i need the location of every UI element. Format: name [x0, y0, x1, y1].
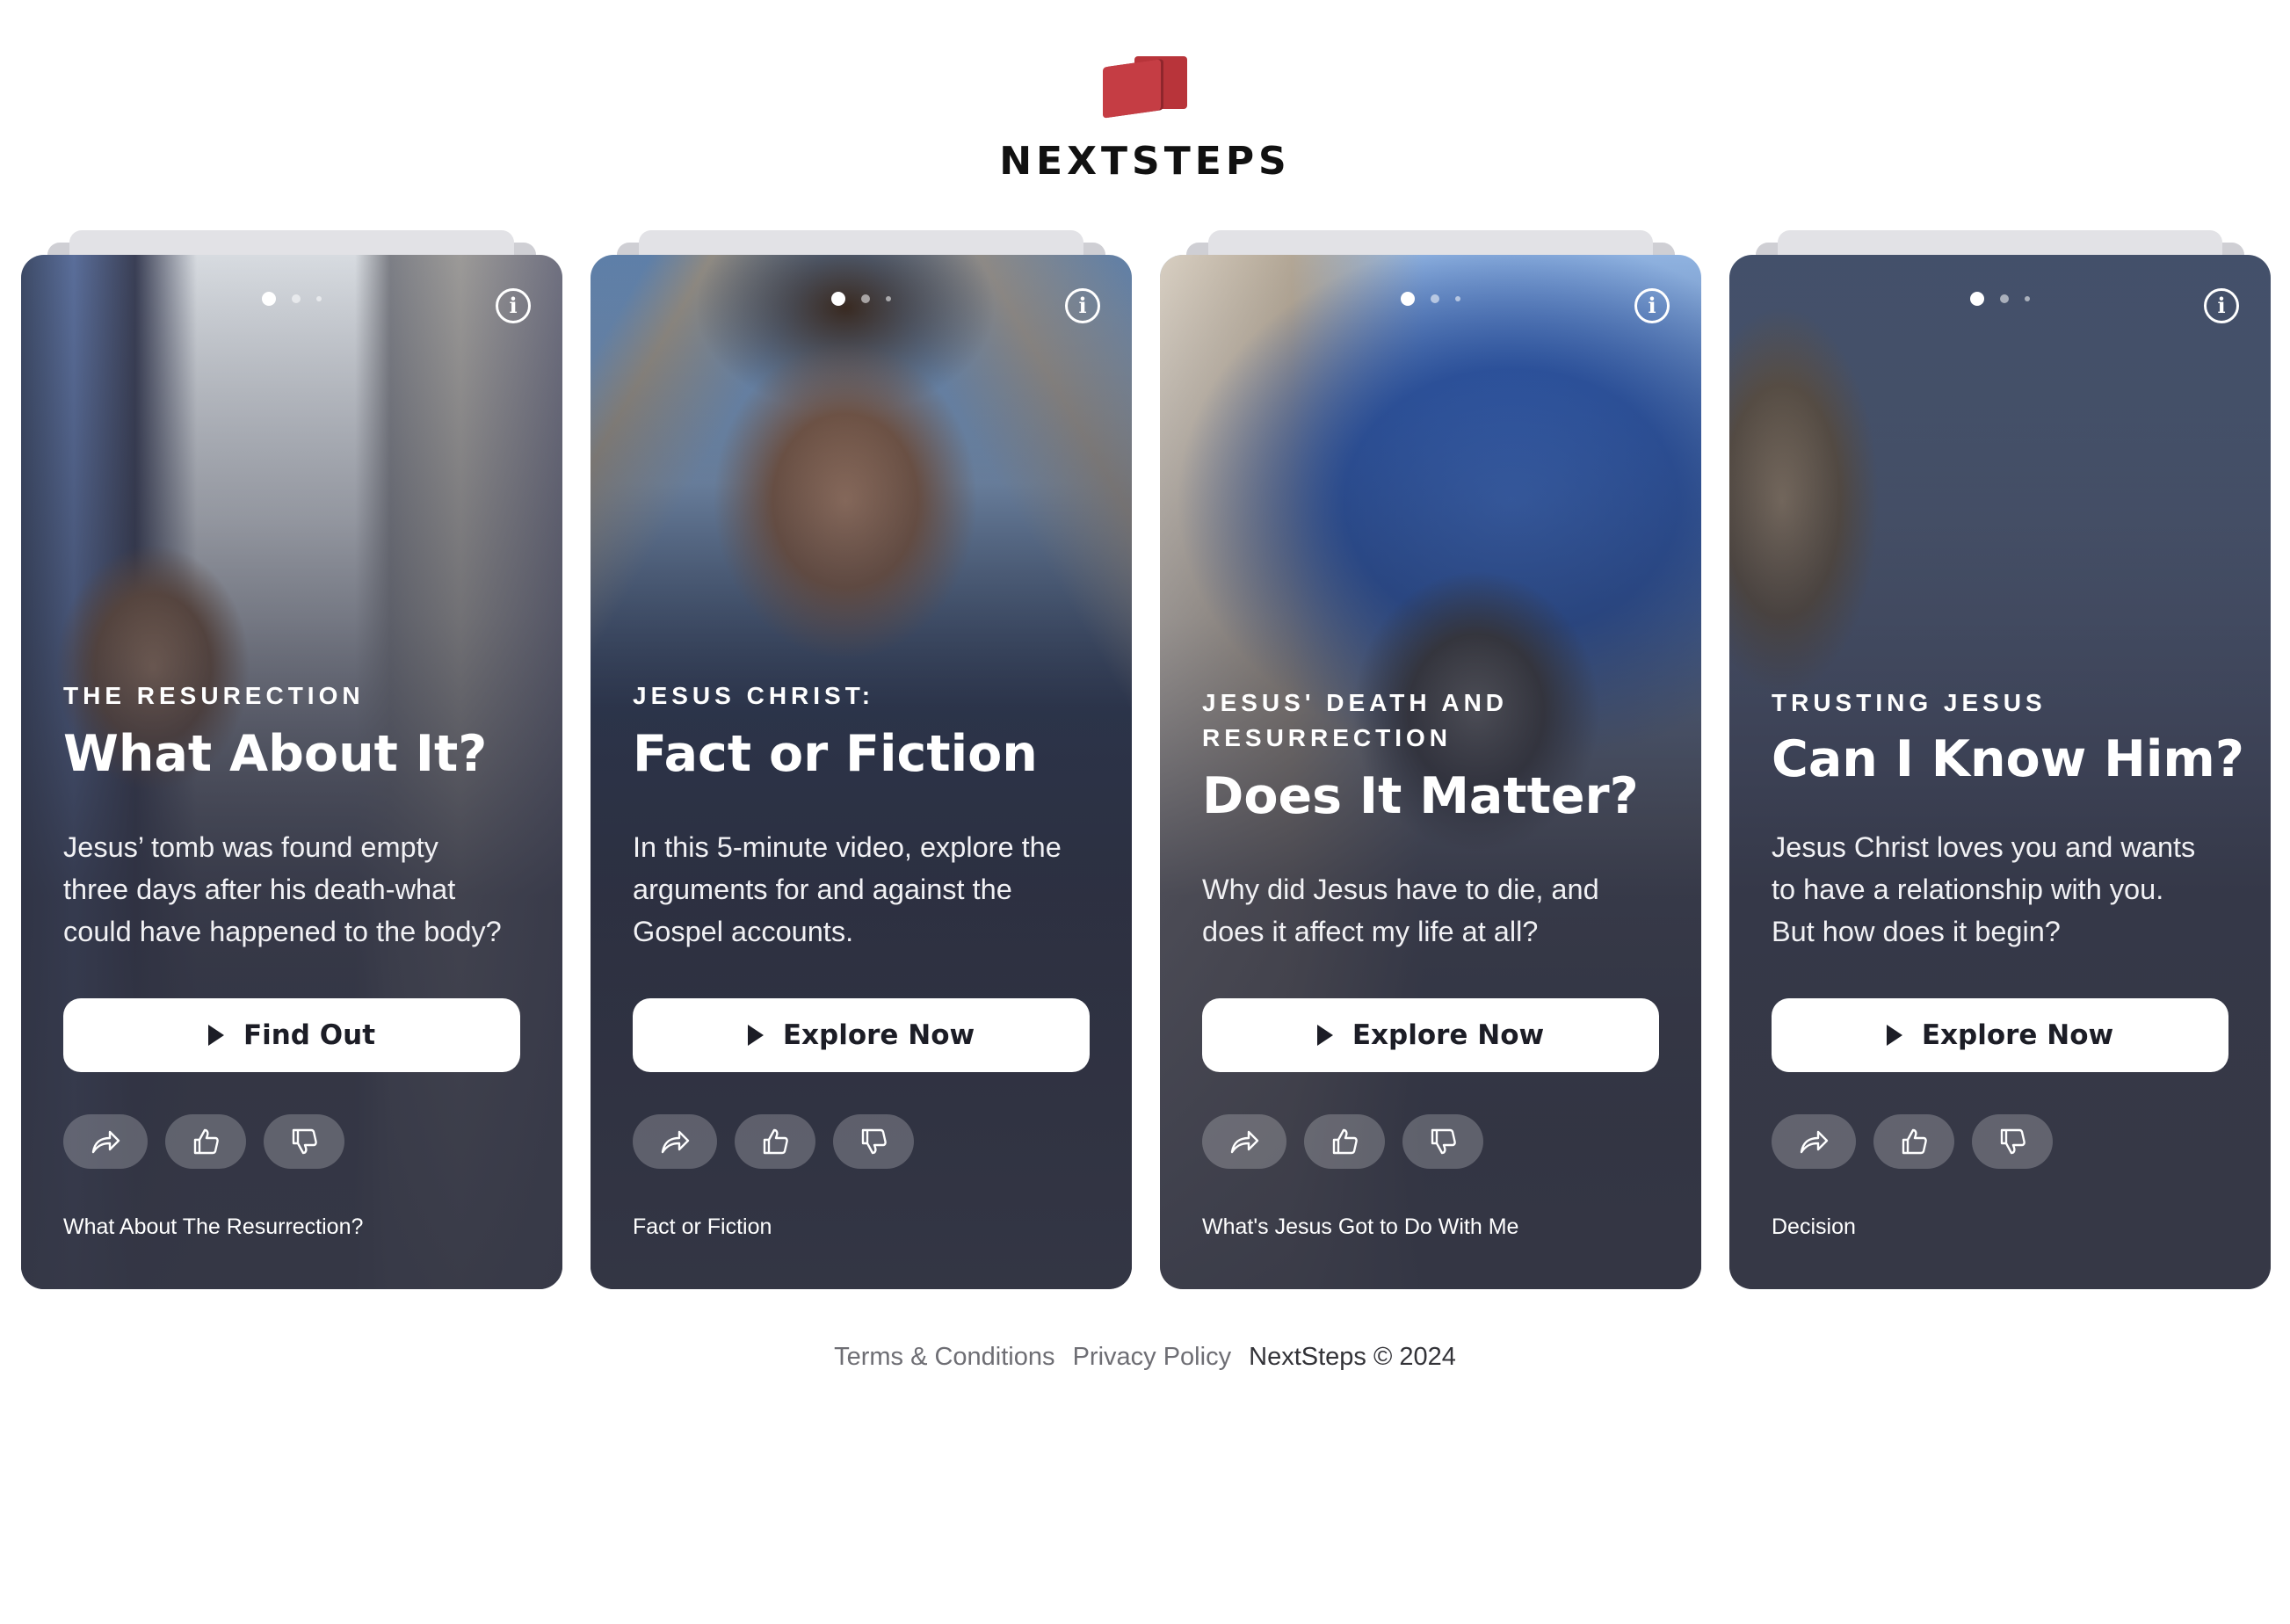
card-eyebrow: THE RESURECTION	[63, 682, 365, 709]
share-button[interactable]	[63, 1114, 148, 1169]
card-body[interactable]: i JESUS CHRIST: Fact or Fiction In this …	[591, 255, 1132, 1289]
like-button[interactable]	[165, 1114, 246, 1169]
page-footer: Terms & Conditions Privacy Policy NextSt…	[0, 1343, 2290, 1372]
card-fact-or-fiction: i JESUS CHRIST: Fact or Fiction In this …	[591, 230, 1132, 1289]
card-description: Jesus’ tomb was found empty three days a…	[63, 831, 502, 947]
card-series-label[interactable]: Fact or Fiction	[633, 1214, 772, 1240]
card-body[interactable]: i THE RESURECTION What About It? Jesus’ …	[21, 255, 562, 1289]
like-button[interactable]	[735, 1114, 815, 1169]
card-eyebrow: JESUS CHRIST:	[633, 682, 875, 709]
card-eyebrow: JESUS' DEATH AND RESURRECTION	[1202, 689, 1509, 751]
card-title: Fact or Fiction	[633, 725, 1038, 783]
thumbs-up-icon	[193, 1128, 219, 1155]
explore-now-button[interactable]: Explore Now	[1772, 998, 2228, 1072]
header: NEXTSTEPS	[0, 54, 2290, 184]
share-icon	[91, 1130, 120, 1154]
thumbs-down-icon	[1431, 1128, 1456, 1155]
share-icon	[661, 1130, 690, 1154]
thumbs-up-icon	[1332, 1128, 1358, 1155]
thumbs-down-icon	[861, 1128, 887, 1155]
share-icon	[1800, 1130, 1829, 1154]
like-button[interactable]	[1873, 1114, 1954, 1169]
dislike-button[interactable]	[833, 1114, 914, 1169]
play-icon	[1886, 1025, 1902, 1046]
card-title: Can I Know Him?	[1772, 730, 2244, 788]
thumbs-up-icon	[1902, 1128, 1927, 1155]
share-button[interactable]	[633, 1114, 717, 1169]
dislike-button[interactable]	[1402, 1114, 1483, 1169]
card-description: In this 5-minute video, explore the argu…	[633, 831, 1062, 947]
card-title: What About It?	[63, 725, 488, 783]
thumbs-down-icon	[292, 1128, 317, 1155]
card-resurrection: i THE RESURECTION What About It? Jesus’ …	[21, 230, 562, 1289]
copyright-text: NextSteps © 2024	[1249, 1343, 1456, 1371]
privacy-link[interactable]: Privacy Policy	[1073, 1343, 1232, 1371]
dislike-button[interactable]	[1972, 1114, 2053, 1169]
find-out-button[interactable]: Find Out	[63, 998, 520, 1072]
like-button[interactable]	[1304, 1114, 1385, 1169]
play-icon	[747, 1025, 764, 1046]
terms-link[interactable]: Terms & Conditions	[834, 1343, 1054, 1371]
card-description: Jesus Christ loves you and wants to have…	[1772, 831, 2196, 947]
card-title: Does It Matter?	[1202, 767, 1639, 825]
dislike-button[interactable]	[264, 1114, 344, 1169]
thumbs-down-icon	[2000, 1128, 2025, 1155]
card-can-i-know-him: i TRUSTING JESUS Can I Know Him? Jesus C…	[1729, 230, 2271, 1289]
card-series-label[interactable]: What's Jesus Got to Do With Me	[1202, 1214, 1518, 1240]
card-series-label[interactable]: Decision	[1772, 1214, 1856, 1240]
explore-now-button[interactable]: Explore Now	[633, 998, 1090, 1072]
share-button[interactable]	[1202, 1114, 1286, 1169]
nextsteps-logo-icon[interactable]	[1103, 54, 1187, 119]
explore-now-button[interactable]: Explore Now	[1202, 998, 1659, 1072]
play-icon	[1316, 1025, 1333, 1046]
card-does-it-matter: i JESUS' DEATH AND RESURRECTION Does It …	[1160, 230, 1701, 1289]
play-icon	[207, 1025, 224, 1046]
share-icon	[1230, 1130, 1259, 1154]
card-eyebrow: TRUSTING JESUS	[1772, 689, 2047, 716]
thumbs-up-icon	[763, 1128, 788, 1155]
card-description: Why did Jesus have to die, and does it a…	[1202, 874, 1599, 947]
card-body[interactable]: i JESUS' DEATH AND RESURRECTION Does It …	[1160, 255, 1701, 1289]
brand-name[interactable]: NEXTSTEPS	[0, 139, 2290, 184]
share-button[interactable]	[1772, 1114, 1856, 1169]
card-carousel: i THE RESURECTION What About It? Jesus’ …	[21, 230, 2271, 1289]
card-series-label[interactable]: What About The Resurrection?	[63, 1214, 363, 1240]
card-body[interactable]: i TRUSTING JESUS Can I Know Him? Jesus C…	[1729, 255, 2271, 1289]
